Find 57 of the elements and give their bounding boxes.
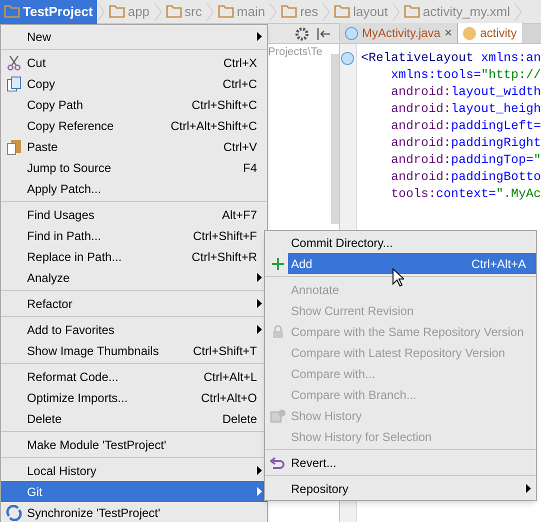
code-line: android:paddingRight	[390, 135, 541, 152]
copy-icon	[6, 76, 22, 92]
menu-item[interactable]: Repository	[288, 478, 536, 499]
menu-item[interactable]: Apply Patch...	[1, 178, 267, 199]
code-line: <RelativeLayout xmlns:an	[360, 50, 541, 67]
menu-item[interactable]: Analyze	[1, 267, 267, 288]
menu-item[interactable]: New	[1, 26, 267, 47]
code-line: android:layout_heigh	[390, 101, 541, 118]
menu-item[interactable]: Paste Ctrl+V	[1, 136, 267, 157]
collapse-icon[interactable]	[317, 28, 331, 40]
code-line: android:layout_width	[390, 84, 541, 101]
menu-item[interactable]: Add to Favorites	[1, 319, 267, 340]
folder-icon	[108, 5, 125, 18]
menu-item[interactable]: Optimize Imports... Ctrl+Alt+O	[1, 387, 267, 408]
menu-item[interactable]: Copy Reference Ctrl+Alt+Shift+C	[1, 115, 267, 136]
history-icon	[270, 408, 286, 422]
close-tab-button[interactable]: ×	[444, 23, 452, 43]
menu-item[interactable]: Add Ctrl+Alt+A	[288, 253, 536, 274]
menu-item[interactable]: Local History	[1, 460, 267, 481]
folder-icon	[334, 5, 350, 18]
menu-item[interactable]: Reformat Code... Ctrl+Alt+L	[1, 366, 267, 387]
menu-item[interactable]: Synchronize 'TestProject'	[1, 502, 267, 522]
menu-item[interactable]: Make Module 'TestProject'	[1, 434, 267, 455]
lock-icon	[271, 324, 285, 338]
editor-tab[interactable]: MyActivity.java ×	[340, 23, 458, 43]
menu-item[interactable]: Find Usages Alt+F7	[1, 204, 267, 225]
menu-item[interactable]: Revert...	[288, 452, 536, 473]
code-line: tools:context=".MyAc	[390, 186, 541, 203]
scissors-icon	[6, 54, 22, 70]
mouse-cursor-icon	[392, 268, 404, 287]
menu-item[interactable]: Jump to Source F4	[1, 157, 267, 178]
folder-icon	[166, 5, 182, 18]
menu-item[interactable]: Copy Path Ctrl+Shift+C	[1, 94, 267, 115]
menu-item[interactable]: Show Image Thumbnails Ctrl+Shift+T	[1, 340, 267, 361]
editor-tab[interactable]: activity	[458, 23, 522, 43]
menu-item[interactable]: Refactor	[1, 293, 267, 314]
sync-icon	[6, 504, 22, 520]
code-line: xmlns:tools="http://	[390, 67, 541, 84]
undo-icon	[270, 456, 286, 470]
folder-icon	[4, 5, 20, 18]
menu-item[interactable]: Commit Directory...	[288, 232, 536, 253]
project-path: Projects\Te	[268, 46, 322, 58]
breadcrumb[interactable]: TestProject	[0, 0, 97, 24]
menu-item[interactable]: Cut Ctrl+X	[1, 52, 267, 73]
folder-icon	[218, 5, 234, 18]
code-line: android:paddingTop="	[390, 152, 541, 169]
folder-icon	[281, 5, 298, 18]
plus-icon	[271, 256, 285, 270]
menu-item[interactable]: Git	[1, 481, 267, 502]
menu-item[interactable]: Find in Path... Ctrl+Shift+F	[1, 225, 267, 246]
code-line: android:paddingLeft=	[390, 118, 541, 135]
paste-icon	[6, 138, 22, 154]
menu-item[interactable]: Replace in Path... Ctrl+Shift+R	[1, 246, 267, 267]
code-line: android:paddingBotto	[390, 169, 541, 186]
menu-item[interactable]: Copy Ctrl+C	[1, 73, 267, 94]
menu-item[interactable]: Delete Delete	[1, 408, 267, 429]
gear-icon[interactable]	[295, 26, 309, 40]
